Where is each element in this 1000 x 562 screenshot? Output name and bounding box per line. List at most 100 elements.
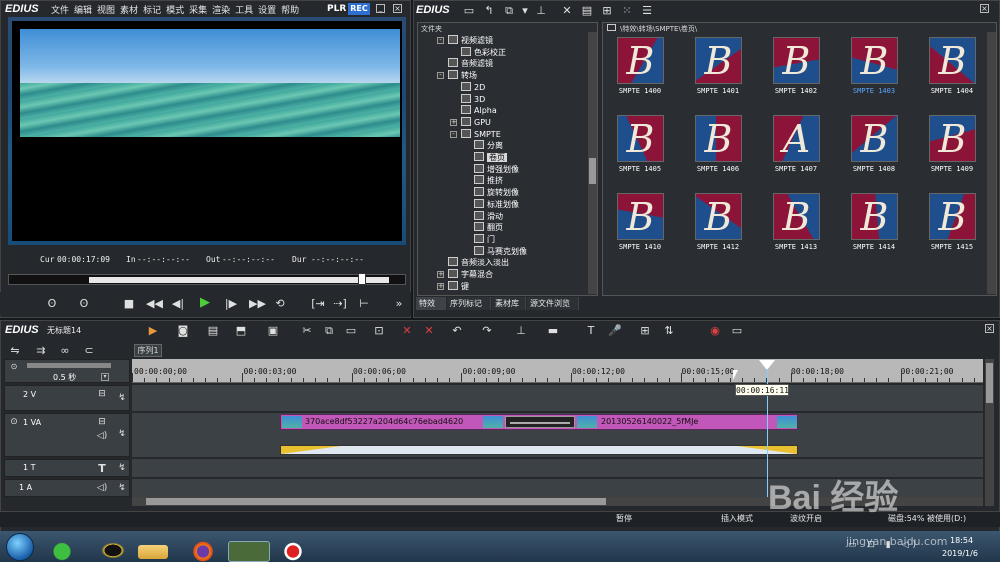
step-forward-icon[interactable]: |▶: [224, 297, 238, 310]
capture-icon[interactable]: ◙: [176, 324, 190, 337]
tree-expander-0[interactable]: -: [437, 37, 444, 44]
timeline-ruler[interactable]: 00:00:00;00 00:00:03;00 00:00:06;00 00:00:0…: [132, 359, 983, 383]
tree-item-17[interactable]: 门: [474, 233, 495, 245]
track-tool-icon[interactable]: ⇋: [8, 344, 22, 357]
tree-item-11[interactable]: 增强划像: [474, 163, 519, 175]
tree-item-4[interactable]: 2D: [461, 81, 485, 93]
bin-tab-0[interactable]: 特效: [416, 297, 446, 310]
rewind-icon[interactable]: ◀◀: [146, 297, 163, 310]
effect-thumb-6[interactable]: B: [695, 115, 742, 162]
split-icon[interactable]: ⊥: [514, 324, 528, 337]
tree-item-9[interactable]: 分离: [474, 140, 503, 151]
tree-item-21[interactable]: 键: [448, 280, 469, 292]
track-v2-lane[interactable]: [132, 385, 983, 411]
plr-badge[interactable]: PLR: [327, 4, 346, 14]
sync-icon[interactable]: ⇅: [662, 324, 676, 337]
minimize-button[interactable]: _: [376, 4, 385, 13]
effect-thumb-10[interactable]: B: [617, 193, 664, 240]
menu-item-9[interactable]: 设置: [258, 3, 276, 16]
save-icon[interactable]: ▣: [266, 324, 280, 337]
track-a1-header[interactable]: 1 A ◁) ↯: [4, 479, 130, 497]
title-track-icon[interactable]: T: [95, 462, 109, 475]
copy-clip-icon[interactable]: ⧉: [322, 324, 336, 337]
properties-icon[interactable]: ▤: [580, 4, 594, 17]
timeline-close-button[interactable]: ×: [985, 324, 994, 333]
copy-icon[interactable]: ⧉: [502, 4, 516, 17]
play-icon[interactable]: ▶: [198, 296, 212, 309]
layout-icon[interactable]: ▭: [730, 324, 744, 337]
close-button[interactable]: ×: [393, 4, 402, 13]
effect-thumb-13[interactable]: B: [851, 193, 898, 240]
menu-item-0[interactable]: 文件: [51, 3, 69, 16]
list-view-icon[interactable]: ☰: [640, 4, 654, 17]
group-icon[interactable]: ⊂: [82, 344, 96, 357]
dropdown-icon[interactable]: ▾: [518, 4, 532, 17]
effect-thumb-12[interactable]: B: [773, 193, 820, 240]
open-icon[interactable]: ▤: [206, 324, 220, 337]
effect-thumb-1[interactable]: B: [695, 37, 742, 84]
effect-thumb-14[interactable]: B: [929, 193, 976, 240]
tree-item-5[interactable]: 3D: [461, 93, 485, 105]
tree-item-2[interactable]: 音频滤镜: [448, 58, 493, 69]
audio-track-icon[interactable]: ◁): [95, 482, 109, 495]
video-clip[interactable]: 370ace8df53227a204d64c76ebad4620 2013052…: [280, 414, 798, 430]
menu-item-4[interactable]: 标记: [143, 3, 161, 16]
bin-close-button[interactable]: ×: [980, 4, 989, 13]
grid-view-icon[interactable]: ⁙: [620, 4, 634, 17]
zoom-slider[interactable]: [27, 363, 111, 368]
tree-item-6[interactable]: Alpha: [461, 105, 497, 116]
step-back-icon[interactable]: ◀|: [171, 297, 185, 310]
tree-expander-3[interactable]: -: [437, 72, 444, 80]
menu-item-7[interactable]: 渲染: [212, 3, 230, 16]
tree-item-20[interactable]: 字幕混合: [448, 269, 493, 280]
tree-expander-7[interactable]: +: [450, 118, 457, 126]
scrub-handle[interactable]: [358, 273, 366, 285]
taskbar-explorer[interactable]: [138, 545, 168, 559]
timeline-vscroll-thumb[interactable]: [986, 363, 993, 403]
video-toggle-icon[interactable]: ⊟: [95, 416, 109, 429]
track-expand-icon[interactable]: ↯: [115, 462, 129, 475]
overwrite-to-timeline-icon[interactable]: ⇢]: [333, 297, 347, 310]
audio-mixer-icon[interactable]: ⊞: [638, 324, 652, 337]
taskbar-firefox[interactable]: [186, 541, 220, 562]
link-mode-icon[interactable]: ∞: [58, 344, 72, 357]
menu-item-8[interactable]: 工具: [235, 3, 253, 16]
import-icon[interactable]: ⬒: [234, 324, 248, 337]
effect-thumb-8[interactable]: B: [851, 115, 898, 162]
folder-tree-scroll-thumb[interactable]: [589, 158, 596, 184]
tree-item-14[interactable]: 标准划像: [474, 198, 519, 210]
ripple-delete-icon[interactable]: ✕: [422, 324, 436, 337]
effect-thumb-11[interactable]: B: [695, 193, 742, 240]
link-icon[interactable]: ▬: [546, 324, 560, 337]
track-t1-header[interactable]: 1 T T ↯: [4, 459, 130, 477]
menu-item-2[interactable]: 视图: [97, 3, 115, 16]
tree-item-1[interactable]: 色彩校正: [461, 46, 506, 58]
track-expand-icon[interactable]: ↯: [115, 482, 129, 495]
sequence-tab[interactable]: 序列1: [134, 344, 162, 357]
insert-to-timeline-icon[interactable]: [⇥: [311, 297, 325, 310]
audio-waveform-bar[interactable]: [280, 445, 798, 455]
bin-tab-1[interactable]: 序列标记: [447, 297, 491, 310]
tree-item-8[interactable]: SMPTE: [461, 128, 501, 140]
up-folder-icon[interactable]: ↰: [482, 4, 496, 17]
undo-icon[interactable]: ↶: [450, 324, 464, 337]
effect-thumb-0[interactable]: B: [617, 37, 664, 84]
taskbar-qq[interactable]: [96, 541, 130, 562]
player-scrub-bar[interactable]: [8, 273, 406, 285]
audio-toggle-icon[interactable]: ◁): [95, 430, 109, 443]
zoom-dropdown-icon[interactable]: ▾: [101, 373, 109, 381]
track-v2-header[interactable]: 2 V ⊟ ↯: [4, 385, 130, 411]
tree-expander-20[interactable]: +: [437, 271, 444, 278]
tree-expander-8[interactable]: -: [450, 130, 457, 138]
transition-block[interactable]: [505, 416, 575, 428]
view-mode-icon[interactable]: ⊞: [600, 4, 614, 17]
tree-item-7[interactable]: GPU: [461, 116, 491, 128]
effect-thumb-2[interactable]: B: [773, 37, 820, 84]
delete-icon[interactable]: ✕: [560, 4, 574, 17]
effect-thumb-4[interactable]: B: [929, 37, 976, 84]
start-button[interactable]: [6, 533, 34, 561]
video-toggle-icon[interactable]: ⊟: [95, 388, 109, 401]
folder-icon[interactable]: ▭: [462, 4, 476, 17]
tree-item-12[interactable]: 推挤: [474, 175, 503, 186]
tree-expander-21[interactable]: +: [437, 282, 444, 290]
